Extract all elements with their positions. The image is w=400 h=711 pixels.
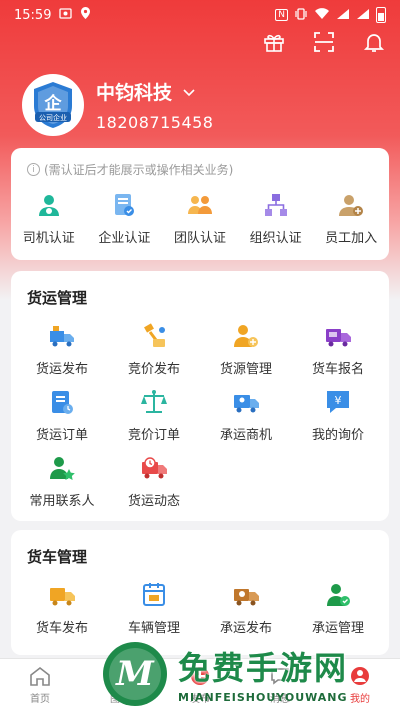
carry-publish[interactable]: 承运发布 bbox=[200, 581, 292, 647]
my-inquiry-icon: ¥ bbox=[327, 391, 349, 413]
carry-manage-icon bbox=[327, 584, 350, 606]
gift-icon[interactable] bbox=[262, 30, 286, 58]
scan-icon[interactable] bbox=[312, 30, 336, 58]
truck-publish[interactable]: 货车发布 bbox=[16, 581, 108, 647]
source-manage-icon bbox=[234, 325, 258, 347]
freight-news-icon bbox=[142, 457, 167, 479]
cert-driver[interactable]: 司机认证 bbox=[11, 192, 87, 246]
employee-add-icon bbox=[339, 195, 364, 216]
freight-section-title: 货运管理 bbox=[27, 289, 88, 307]
bottom-tab-bar: 首页 图鉴 发布 消息 我的 bbox=[0, 658, 400, 711]
bid-order[interactable]: 竞价订单 bbox=[108, 388, 200, 454]
vibrate-icon bbox=[294, 7, 308, 24]
carry-publish-icon bbox=[234, 589, 259, 606]
driver-icon bbox=[38, 195, 59, 216]
wifi-icon bbox=[314, 7, 330, 23]
status-time: 15:59 bbox=[14, 7, 52, 23]
freight-management-card: 货运管理 货运发布 竞价发布 货源管理 货车报名 货运订单 竞价订单 承运商机 bbox=[11, 271, 389, 521]
carrier-opportunity-icon bbox=[234, 395, 259, 413]
photo-icon bbox=[59, 7, 73, 24]
truck-signup-icon bbox=[326, 329, 351, 347]
cert-employee-join[interactable]: 员工加入 bbox=[313, 192, 389, 246]
freight-news[interactable]: 货运动态 bbox=[108, 454, 200, 520]
team-icon bbox=[187, 196, 212, 214]
tab-home[interactable]: 首页 bbox=[0, 659, 80, 711]
cert-team[interactable]: 团队认证 bbox=[162, 192, 238, 246]
message-icon bbox=[271, 668, 289, 685]
bell-icon[interactable] bbox=[362, 30, 386, 58]
chevron-down-icon[interactable] bbox=[182, 81, 196, 103]
common-contacts[interactable]: 常用联系人 bbox=[16, 454, 108, 520]
avatar-glyph: 企 bbox=[44, 93, 63, 114]
avatar-badge-text: 公司企业 bbox=[39, 113, 67, 122]
org-icon bbox=[264, 194, 287, 216]
truck-management-card: 货车管理 货车发布 车辆管理 承运发布 承运管理 bbox=[11, 530, 389, 655]
truck-section-title: 货车管理 bbox=[27, 548, 88, 566]
publish-icon bbox=[191, 667, 209, 685]
profile-header[interactable]: 企 公司企业 中钧科技 18208715458 bbox=[22, 74, 213, 136]
company-name: 中钧科技 bbox=[96, 82, 173, 104]
battery-icon bbox=[376, 7, 386, 23]
tab-profile[interactable]: 我的 bbox=[320, 659, 400, 711]
truck-signup[interactable]: 货车报名 bbox=[292, 322, 384, 388]
location-icon bbox=[80, 6, 91, 24]
carry-manage[interactable]: 承运管理 bbox=[292, 581, 384, 647]
tab-message[interactable]: 消息 bbox=[240, 659, 320, 711]
avatar[interactable]: 企 公司企业 bbox=[22, 74, 84, 136]
cell-signal-icon bbox=[336, 8, 350, 23]
my-inquiry[interactable]: ¥ 我的询价 bbox=[292, 388, 384, 454]
tab-catalog[interactable]: 图鉴 bbox=[80, 659, 160, 711]
freight-publish-icon bbox=[50, 326, 74, 347]
status-bar: 15:59 N bbox=[0, 0, 400, 30]
certification-notice: (需认证后才能展示或操作相关业务) bbox=[44, 163, 234, 177]
enterprise-icon bbox=[115, 194, 135, 216]
bid-publish[interactable]: 竞价发布 bbox=[108, 322, 200, 388]
profile-icon bbox=[351, 667, 369, 685]
bid-order-icon bbox=[141, 390, 167, 413]
freight-order[interactable]: 货运订单 bbox=[16, 388, 108, 454]
freight-publish[interactable]: 货运发布 bbox=[16, 322, 108, 388]
catalog-icon bbox=[111, 667, 129, 685]
info-icon: i bbox=[27, 163, 40, 176]
nfc-icon: N bbox=[275, 9, 288, 21]
enterprise-badge-icon: 企 公司企业 bbox=[34, 82, 72, 128]
cert-organization[interactable]: 组织认证 bbox=[238, 192, 314, 246]
truck-publish-icon bbox=[50, 588, 75, 606]
certification-card: i (需认证后才能展示或操作相关业务) 司机认证 企业认证 团队认证 组织认证 … bbox=[11, 148, 389, 260]
contacts-icon bbox=[50, 457, 75, 480]
vehicle-manage[interactable]: 车辆管理 bbox=[108, 581, 200, 647]
home-icon bbox=[30, 666, 50, 686]
tab-publish[interactable]: 发布 bbox=[160, 659, 240, 711]
cell-signal-icon-2 bbox=[356, 8, 370, 23]
freight-order-icon bbox=[52, 391, 73, 414]
bid-publish-icon bbox=[144, 323, 165, 347]
header-actions bbox=[262, 30, 386, 58]
svg-text:¥: ¥ bbox=[335, 394, 342, 407]
vehicle-manage-icon bbox=[143, 583, 165, 606]
source-manage[interactable]: 货源管理 bbox=[200, 322, 292, 388]
phone-number: 18208715458 bbox=[96, 113, 214, 132]
cert-enterprise[interactable]: 企业认证 bbox=[87, 192, 163, 246]
carrier-opportunity[interactable]: 承运商机 bbox=[200, 388, 292, 454]
